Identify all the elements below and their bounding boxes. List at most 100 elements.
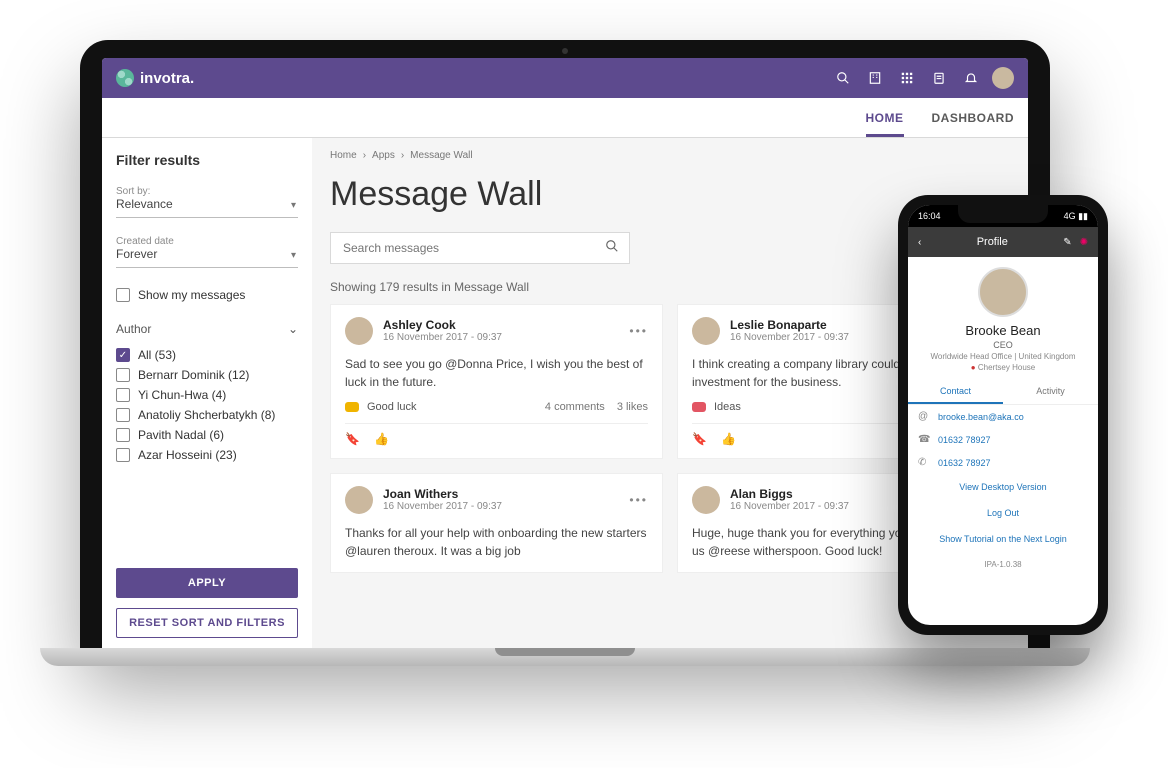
author-name: Ashley Cook (383, 318, 502, 332)
checkbox-icon (116, 288, 130, 302)
message-timestamp: 16 November 2017 - 09:37 (383, 332, 502, 344)
app-version: IPA-1.0.38 (908, 552, 1098, 577)
author-label: Pavith Nadal (6) (138, 428, 224, 442)
author-checkbox[interactable]: Pavith Nadal (6) (116, 428, 298, 442)
search-icon[interactable] (832, 67, 854, 89)
message-timestamp: 16 November 2017 - 09:37 (383, 501, 502, 513)
author-avatar[interactable] (345, 317, 373, 345)
date-select[interactable]: Created date Forever (116, 232, 298, 268)
search-box[interactable] (330, 232, 630, 264)
author-label: Bernarr Dominik (12) (138, 368, 249, 382)
message-text: Sad to see you go @Donna Price, I wish y… (345, 355, 648, 391)
checkbox-icon (116, 448, 130, 462)
tag-label: Good luck (367, 401, 417, 413)
app-screen: invotra. HOME DASHBOARD (102, 58, 1028, 650)
contact-icon: ✆ (918, 457, 930, 468)
message-text: Thanks for all your help with onboarding… (345, 524, 648, 560)
checkbox-icon (116, 388, 130, 402)
tab-contact[interactable]: Contact (908, 380, 1003, 404)
contact-row[interactable]: ✆01632 78927 (908, 451, 1098, 474)
tag-color-icon (692, 402, 706, 412)
profile-block: Brooke Bean CEO Worldwide Head Office | … (908, 257, 1098, 380)
profile-avatar[interactable] (978, 267, 1028, 317)
contact-row[interactable]: ☎01632 78927 (908, 428, 1098, 451)
checkbox-icon (116, 408, 130, 422)
brand-name: invotra. (140, 70, 194, 87)
chevron-right-icon: › (363, 150, 366, 161)
tab-home[interactable]: HOME (866, 98, 904, 137)
like-count[interactable]: 3 likes (617, 401, 648, 413)
author-section-toggle[interactable]: Author ⌄ (116, 322, 298, 336)
breadcrumb: Home › Apps › Message Wall (330, 150, 1010, 161)
tag-color-icon (345, 402, 359, 412)
search-input[interactable] (341, 240, 597, 256)
status-time: 16:04 (918, 211, 941, 221)
author-label: Anatoliy Shcherbatykh (8) (138, 408, 275, 422)
message-card: Ashley Cook16 November 2017 - 09:37 ••• Sa… (330, 304, 663, 459)
building-icon[interactable] (864, 67, 886, 89)
show-mine-checkbox[interactable]: Show my messages (116, 288, 298, 302)
profile-meta: Worldwide Head Office | United Kingdom (931, 352, 1076, 361)
laptop-camera (562, 48, 568, 54)
edit-icon[interactable]: ✎ (1063, 237, 1071, 248)
contact-icon: @ (918, 411, 930, 422)
tab-activity[interactable]: Activity (1003, 380, 1098, 404)
date-label: Created date (116, 236, 298, 247)
author-name: Alan Biggs (730, 487, 849, 501)
contact-row[interactable]: @ brooke.bean@aka.co (908, 405, 1098, 428)
apply-button[interactable]: APPLY (116, 568, 298, 598)
message-timestamp: 16 November 2017 - 09:37 (730, 332, 849, 344)
author-avatar[interactable] (692, 486, 720, 514)
card-menu-icon[interactable]: ••• (629, 493, 648, 507)
brand-logo[interactable]: invotra. (116, 69, 194, 87)
status-signal: 4G ▮▮ (1064, 211, 1088, 222)
crumb: Message Wall (410, 150, 472, 161)
bell-icon[interactable]: ✺ (1080, 237, 1088, 248)
author-checkbox[interactable]: Yi Chun-Hwa (4) (116, 388, 298, 402)
author-label: All (53) (138, 348, 176, 362)
thumbs-up-icon[interactable]: 👍 (374, 432, 389, 446)
crumb[interactable]: Home (330, 150, 357, 161)
chevron-right-icon: › (401, 150, 404, 161)
author-checkbox[interactable]: ✓ All (53) (116, 348, 298, 362)
laptop-base (40, 648, 1090, 666)
clipboard-icon[interactable] (928, 67, 950, 89)
phone-header: ‹ Profile ✎ ✺ (908, 227, 1098, 257)
tab-dashboard[interactable]: DASHBOARD (932, 98, 1015, 137)
checkbox-icon (116, 368, 130, 382)
profile-tabs: Contact Activity (908, 380, 1098, 405)
contact-value: brooke.bean@aka.co (938, 412, 1024, 422)
bookmark-icon[interactable]: 🔖 (345, 432, 360, 446)
back-icon[interactable]: ‹ (918, 237, 921, 248)
bookmark-icon[interactable]: 🔖 (692, 432, 707, 446)
comment-count[interactable]: 4 comments (545, 401, 605, 413)
sort-select[interactable]: Sort by: Relevance (116, 182, 298, 218)
thumbs-up-icon[interactable]: 👍 (721, 432, 736, 446)
card-menu-icon[interactable]: ••• (629, 324, 648, 338)
message-card: Joan Withers16 November 2017 - 09:37•••T… (330, 473, 663, 573)
user-avatar[interactable] (992, 67, 1014, 89)
link-desktop[interactable]: View Desktop Version (908, 474, 1098, 500)
author-checkbox[interactable]: Anatoliy Shcherbatykh (8) (116, 408, 298, 422)
author-avatar[interactable] (692, 317, 720, 345)
author-avatar[interactable] (345, 486, 373, 514)
checkbox-icon: ✓ (116, 348, 130, 362)
filter-heading: Filter results (116, 152, 298, 168)
author-name: Leslie Bonaparte (730, 318, 849, 332)
reset-button[interactable]: RESET SORT AND FILTERS (116, 608, 298, 638)
apps-icon[interactable] (896, 67, 918, 89)
link-tutorial[interactable]: Show Tutorial on the Next Login (908, 526, 1098, 552)
search-icon[interactable] (605, 239, 619, 258)
author-checkbox[interactable]: Azar Hosseini (23) (116, 448, 298, 462)
pin-icon: ● (971, 363, 976, 372)
bell-icon[interactable] (960, 67, 982, 89)
profile-role: CEO (993, 340, 1013, 350)
author-label: Yi Chun-Hwa (4) (138, 388, 226, 402)
tab-bar: HOME DASHBOARD (102, 98, 1028, 138)
crumb[interactable]: Apps (372, 150, 395, 161)
top-bar: invotra. (102, 58, 1028, 98)
link-logout[interactable]: Log Out (908, 500, 1098, 526)
author-checkbox[interactable]: Bernarr Dominik (12) (116, 368, 298, 382)
message-timestamp: 16 November 2017 - 09:37 (730, 501, 849, 513)
brand-glyph-icon (116, 69, 134, 87)
